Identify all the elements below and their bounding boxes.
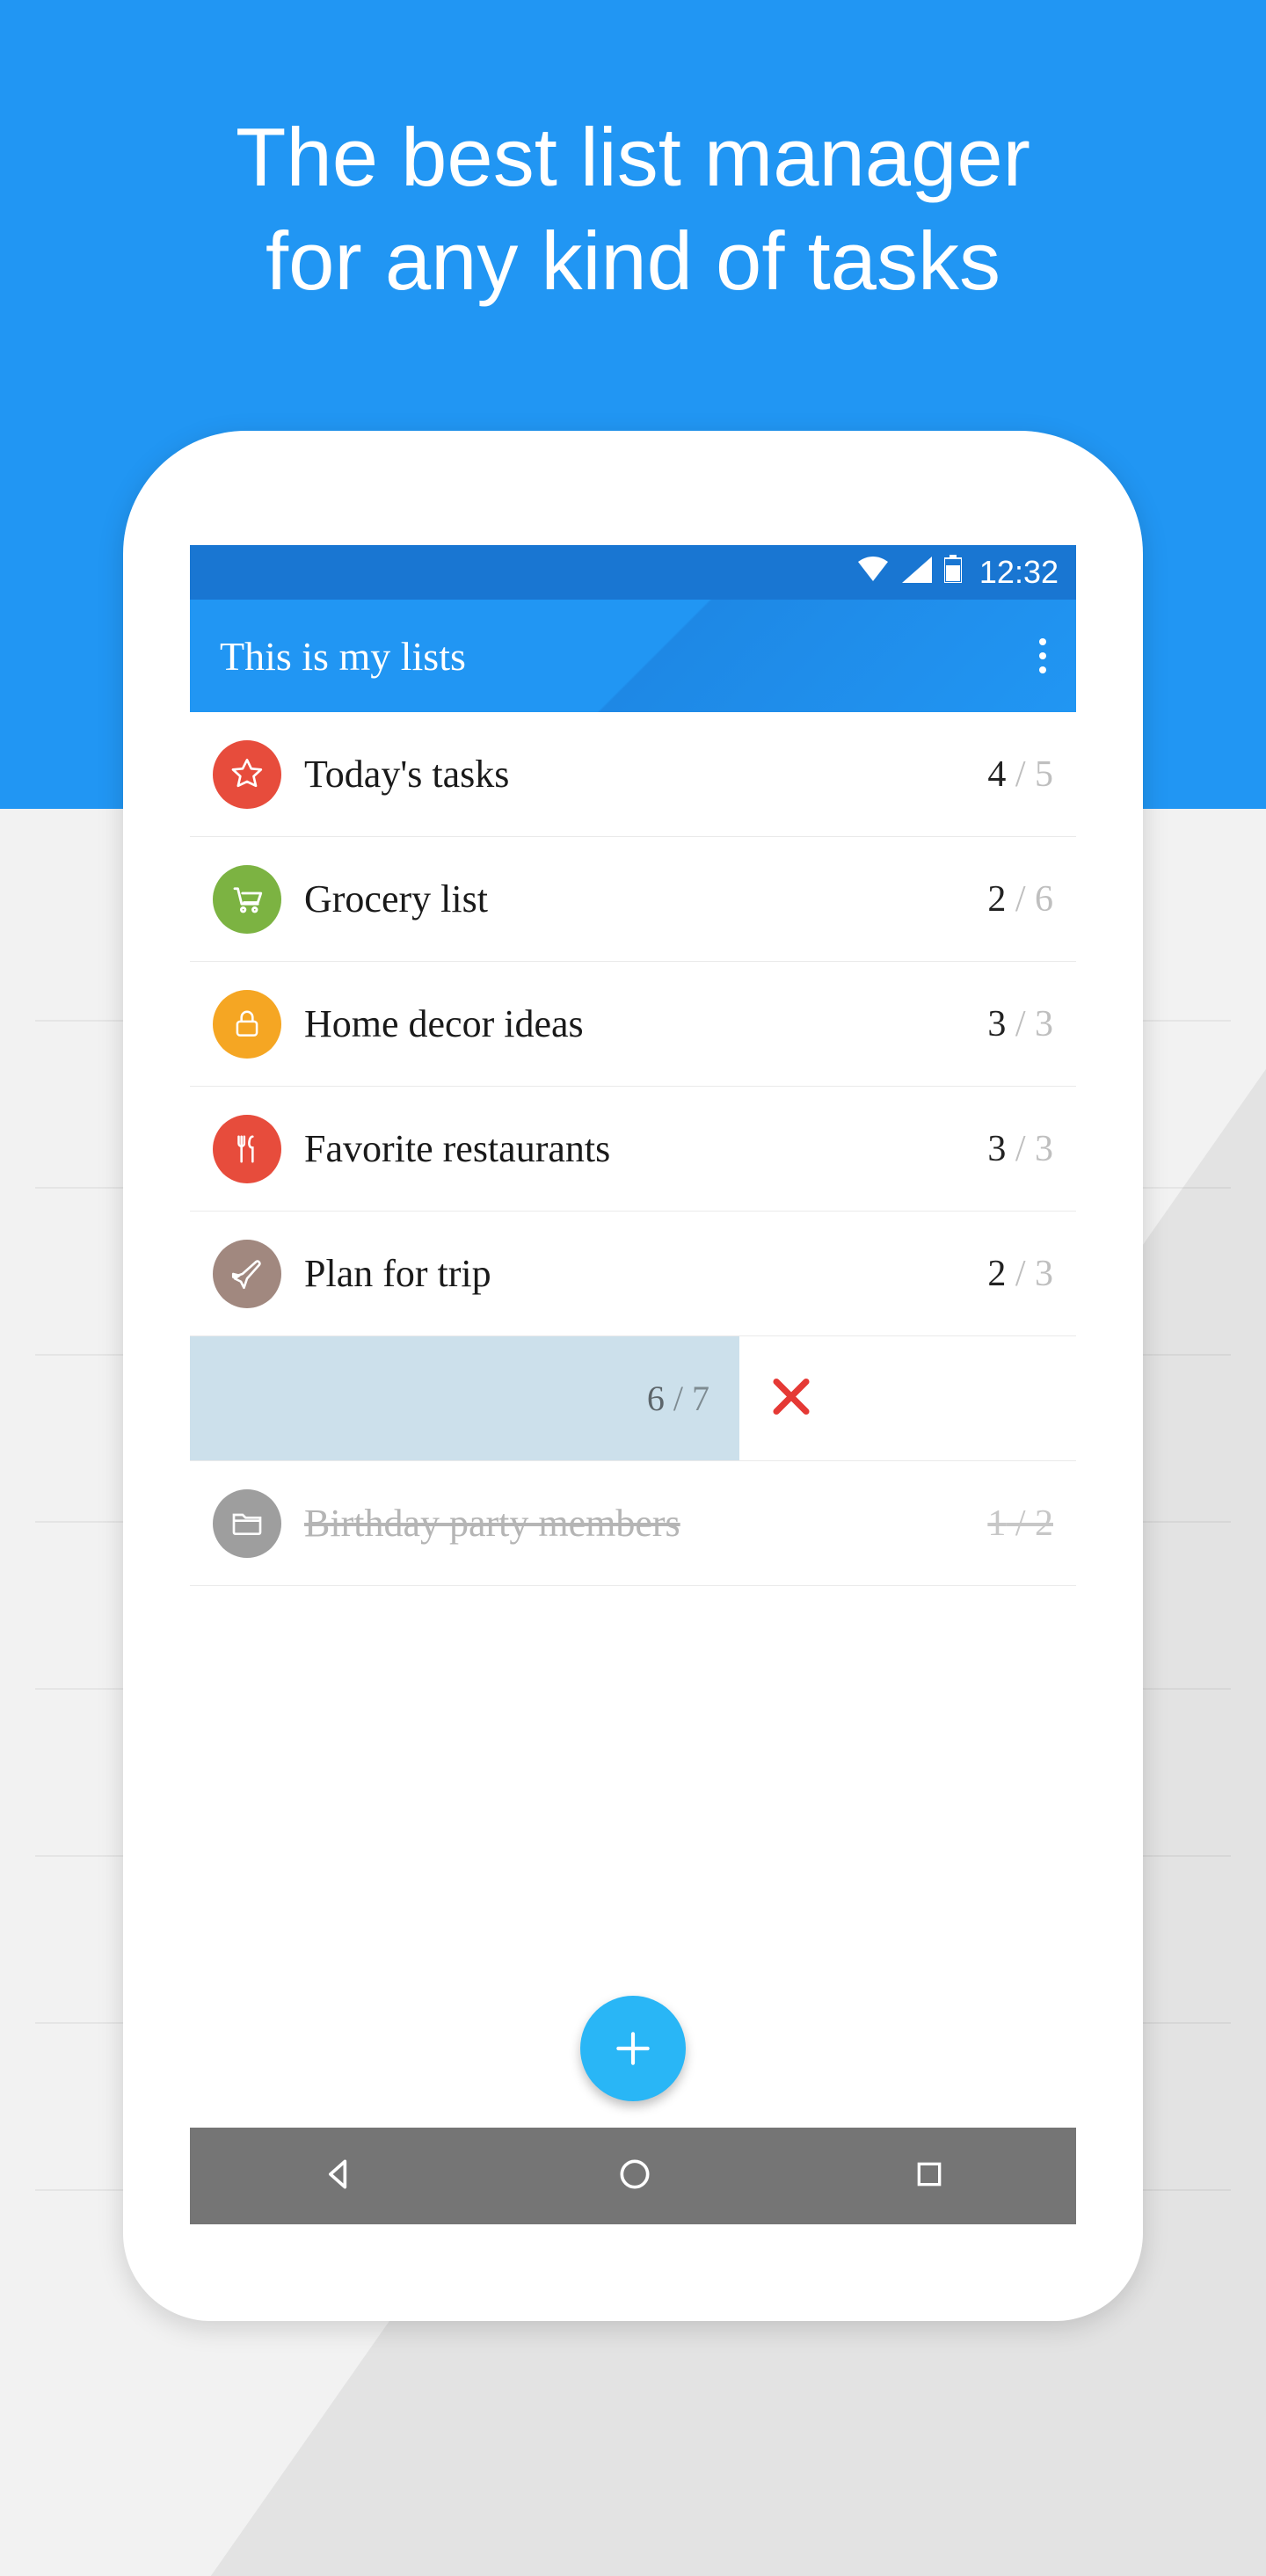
phone-frame: 12:32 This is my lists Today's tasks 4 /… xyxy=(123,431,1143,2321)
list-count: 3 / 3 xyxy=(987,1128,1053,1170)
headline-line-2: for any kind of tasks xyxy=(0,209,1266,313)
status-bar: 12:32 xyxy=(190,545,1076,600)
lock-icon xyxy=(213,990,281,1059)
list-count: 4 / 5 xyxy=(987,753,1053,796)
nav-back-button[interactable] xyxy=(319,2155,358,2198)
list-item-birthday[interactable]: Birthday party members 1 / 2 xyxy=(190,1461,1076,1586)
status-time: 12:32 xyxy=(979,554,1059,591)
list-item-swiping[interactable]: 6 / 7 xyxy=(190,1336,1076,1461)
list-count: 2 / 3 xyxy=(987,1253,1053,1295)
nav-recent-button[interactable] xyxy=(912,2157,947,2196)
overflow-menu-button[interactable] xyxy=(1039,638,1046,673)
list-item-restaurants[interactable]: Favorite restaurants 3 / 3 xyxy=(190,1087,1076,1212)
swipe-reveal: 6 / 7 xyxy=(190,1336,739,1460)
list-item-home-decor[interactable]: Home decor ideas 3 / 3 xyxy=(190,962,1076,1087)
list-item-trip[interactable]: Plan for trip 2 / 3 xyxy=(190,1212,1076,1336)
battery-icon xyxy=(944,554,962,591)
wifi-icon xyxy=(856,554,890,591)
cell-signal-icon xyxy=(902,554,932,591)
list-item-grocery[interactable]: Grocery list 2 / 6 xyxy=(190,837,1076,962)
food-icon xyxy=(213,1115,281,1183)
list-count: 3 / 3 xyxy=(987,1003,1053,1045)
screen: 12:32 This is my lists Today's tasks 4 /… xyxy=(190,545,1076,2224)
android-nav-bar xyxy=(190,2128,1076,2224)
delete-icon[interactable] xyxy=(766,1371,817,1426)
list-count: 1 / 2 xyxy=(987,1503,1053,1545)
app-bar: This is my lists xyxy=(190,600,1076,712)
list-title: Today's tasks xyxy=(304,752,987,797)
plane-icon xyxy=(213,1240,281,1308)
list-count: 6 / 7 xyxy=(647,1378,709,1419)
nav-home-button[interactable] xyxy=(615,2155,654,2198)
page-title: This is my lists xyxy=(220,633,1039,680)
list-title: Favorite restaurants xyxy=(304,1126,987,1171)
headline-line-1: The best list manager xyxy=(0,106,1266,209)
marketing-headline: The best list manager for any kind of ta… xyxy=(0,106,1266,312)
list-title: Plan for trip xyxy=(304,1251,987,1296)
list-item-todays-tasks[interactable]: Today's tasks 4 / 5 xyxy=(190,712,1076,837)
add-list-button[interactable] xyxy=(580,1996,686,2101)
star-icon xyxy=(213,740,281,809)
list-count: 2 / 6 xyxy=(987,878,1053,921)
list-title: Grocery list xyxy=(304,877,987,921)
folder-icon xyxy=(213,1489,281,1558)
list-title: Home decor ideas xyxy=(304,1001,987,1046)
cart-icon xyxy=(213,865,281,934)
list-title: Birthday party members xyxy=(304,1501,987,1546)
